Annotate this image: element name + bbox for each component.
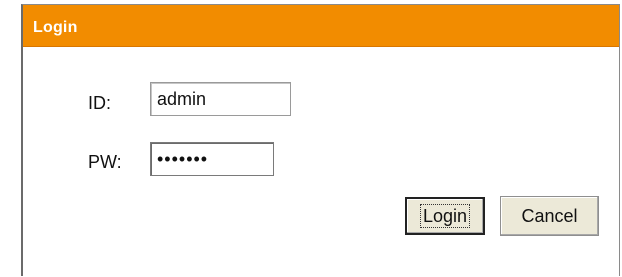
cancel-button[interactable]: Cancel xyxy=(500,196,599,236)
login-dialog: Login ID: PW: Login Cancel xyxy=(21,4,620,276)
login-button[interactable]: Login xyxy=(405,197,485,235)
id-label: ID: xyxy=(88,93,112,113)
login-button-label: Login xyxy=(419,204,471,228)
password-field[interactable] xyxy=(150,142,274,176)
pw-label: PW: xyxy=(88,152,122,172)
dialog-title: Login xyxy=(33,19,78,36)
dialog-titlebar: Login xyxy=(23,5,619,47)
id-field[interactable] xyxy=(150,82,291,116)
